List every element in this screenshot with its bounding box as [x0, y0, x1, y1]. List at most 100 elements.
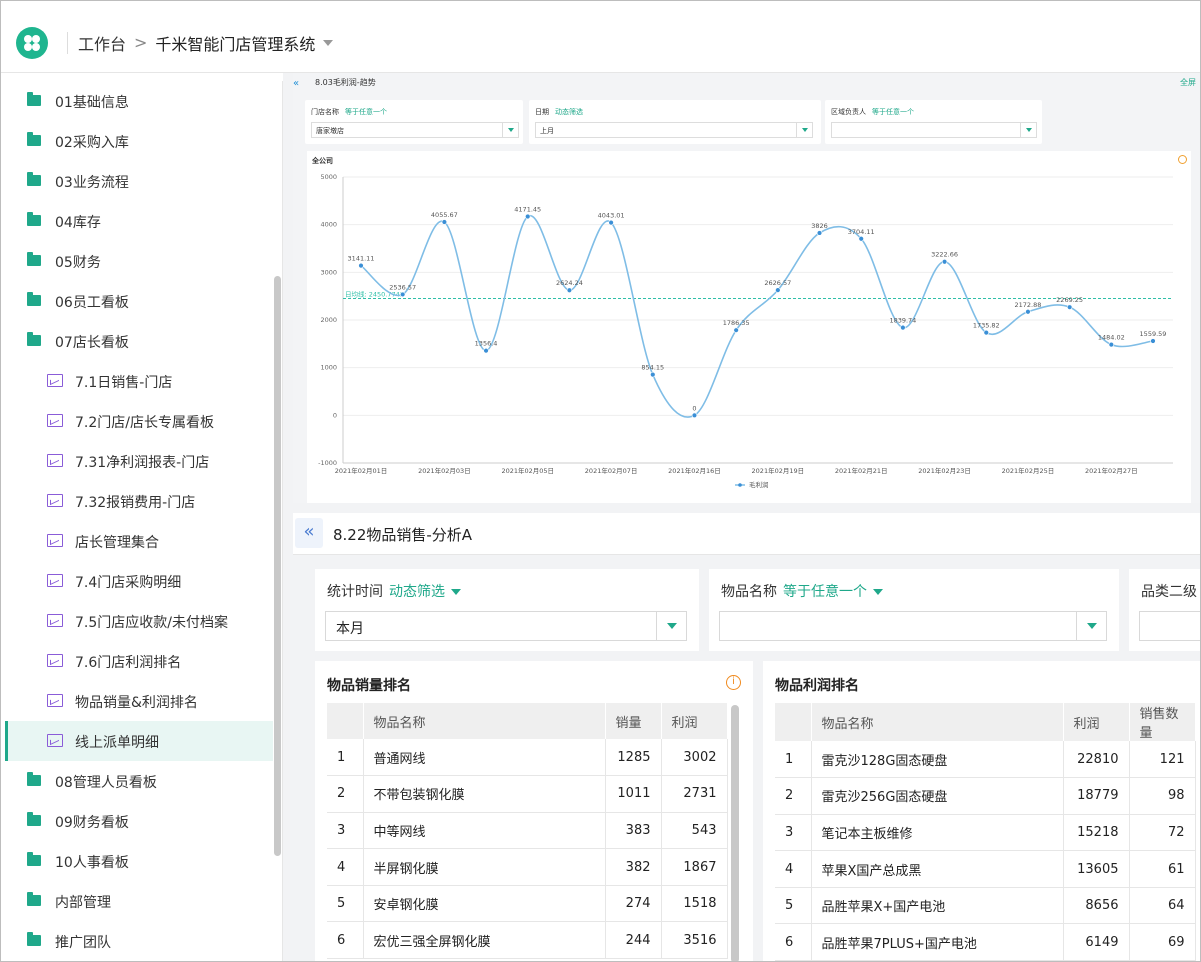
fullscreen-button[interactable]: 全屏 [1180, 77, 1196, 88]
sidebar-item[interactable]: 7.5门店应收款/未付档案 [5, 601, 273, 641]
table-cell: 3002 [661, 739, 728, 777]
store-select[interactable]: 唐家墩店 [311, 122, 519, 138]
sidebar-item-label: 02采购入库 [55, 135, 129, 151]
table-cell: 宏优三强全屏钢化膜 [363, 921, 606, 960]
folder-icon [27, 932, 41, 946]
sidebar-item[interactable]: 08管理人员看板 [5, 761, 273, 801]
table-cell: 苹果X国产总成黑 [811, 850, 1064, 888]
sidebar-item[interactable]: 10人事看板 [5, 841, 273, 881]
period-select[interactable]: 本月 [325, 611, 687, 641]
sidebar-item[interactable]: 02采购入库 [5, 121, 273, 161]
collapse-icon[interactable]: « [295, 518, 323, 548]
column-header[interactable]: 利润 [1063, 703, 1130, 741]
date-value: 上月 [540, 127, 554, 135]
sidebar-item[interactable]: 04库存 [5, 201, 273, 241]
column-header[interactable]: 销售数量 [1129, 703, 1196, 741]
column-header[interactable] [775, 703, 812, 741]
app-logo-icon[interactable] [16, 26, 48, 59]
table-row[interactable]: 4 苹果X国产总成黑 13605 61 [775, 850, 1196, 888]
sidebar-item-label: 7.6门店利润排名 [75, 655, 182, 671]
sidebar-item[interactable]: 店长管理集合 [5, 521, 273, 561]
sidebar-item[interactable]: 07店长看板 [5, 321, 273, 361]
table-cell: 6149 [1063, 923, 1130, 961]
sidebar-item[interactable]: 7.2门店/店长专属看板 [5, 401, 273, 441]
column-header[interactable]: 销量 [605, 703, 662, 739]
folder-icon [27, 852, 41, 866]
category-select[interactable] [1139, 611, 1200, 641]
sidebar-item[interactable]: 内部管理 [5, 881, 273, 921]
table-cell: 64 [1129, 887, 1196, 925]
y-tick-label: 4000 [320, 221, 337, 229]
profit-ranking-table: 物品利润排名 物品名称 利润 销售数量 1 雷克沙128G固态硬盘 22810 121 2 雷克… [763, 661, 1200, 961]
filter-mode[interactable]: 等于任意一个 [783, 584, 883, 600]
report-icon [47, 734, 63, 747]
table-row[interactable]: 4 半屏钢化膜 382 1867 [327, 848, 728, 886]
dropdown-icon[interactable] [1020, 123, 1036, 137]
sidebar-item[interactable]: 线上派单明细 [5, 721, 273, 761]
table-row[interactable]: 2 雷克沙256G固态硬盘 18779 98 [775, 777, 1196, 815]
table-row[interactable]: 5 安卓钢化膜 274 1518 [327, 885, 728, 923]
collapse-icon[interactable]: « [293, 78, 299, 89]
sidebar-item[interactable]: 7.32报销费用-门店 [5, 481, 273, 521]
table-row[interactable]: 6 品胜苹果7PLUS+国产电池 6149 69 [775, 923, 1196, 961]
breadcrumb-workspace[interactable]: 工作台 [78, 31, 126, 55]
folder-icon [27, 252, 41, 266]
table-row[interactable]: 1 普通网线 1285 3002 [327, 739, 728, 777]
table-cell: 1518 [661, 885, 728, 923]
trend-panel-title: 8.03毛利润-趋势 [315, 78, 376, 87]
column-header[interactable]: 利润 [661, 703, 728, 739]
sidebar-item[interactable]: 03业务流程 [5, 161, 273, 201]
filter-mode[interactable]: 等于任意一个 [345, 108, 387, 116]
chevron-down-icon[interactable] [323, 39, 334, 46]
dropdown-icon[interactable] [1076, 612, 1106, 640]
sidebar-item-label: 7.31净利润报表-门店 [75, 455, 210, 471]
sidebar-item[interactable]: 7.1日销售-门店 [5, 361, 273, 401]
dropdown-icon[interactable] [502, 123, 518, 137]
sidebar-item-label: 01基础信息 [55, 95, 129, 111]
info-icon[interactable]: i [726, 675, 741, 690]
sidebar-item[interactable]: 05财务 [5, 241, 273, 281]
column-header[interactable]: 物品名称 [811, 703, 1064, 741]
sidebar-scrollbar[interactable] [274, 276, 281, 856]
sidebar-item[interactable]: 推广团队 [5, 921, 273, 961]
dropdown-icon[interactable] [656, 612, 686, 640]
x-tick-label: 2021年02月01日 [335, 466, 388, 475]
table-row[interactable]: 6 宏优三强全屏钢化膜 244 3516 [327, 921, 728, 960]
filter-mode[interactable]: 动态筛选 [555, 108, 583, 116]
table-row[interactable]: 2 不带包装钢化膜 1011 2731 [327, 775, 728, 813]
column-header[interactable]: 物品名称 [363, 703, 606, 739]
filter-mode[interactable]: 等于任意一个 [872, 108, 914, 116]
date-select[interactable]: 上月 [535, 122, 813, 138]
sales-grid: 物品名称 销量 利润 1 普通网线 1285 3002 2 不带包装钢化膜 1011 2731 3 中等… [327, 703, 728, 960]
app-title[interactable]: 千米智能门店管理系统 [155, 31, 315, 55]
filter-mode[interactable]: 动态筛选 [389, 584, 461, 600]
table-row[interactable]: 3 笔记本主板维修 15218 72 [775, 814, 1196, 852]
sidebar-item-label: 7.5门店应收款/未付档案 [75, 615, 228, 631]
y-tick-label: 5000 [320, 173, 337, 181]
column-header[interactable] [327, 703, 364, 739]
sidebar-item[interactable]: 7.31净利润报表-门店 [5, 441, 273, 481]
data-label: 854.15 [641, 364, 664, 372]
table-cell: 382 [605, 848, 662, 886]
table-row[interactable]: 3 中等网线 383 543 [327, 812, 728, 850]
table-cell: 2 [327, 775, 364, 813]
table-row[interactable]: 1 雷克沙128G固态硬盘 22810 121 [775, 741, 1196, 779]
sidebar-item[interactable]: 物品销量&利润排名 [5, 681, 273, 721]
region-select[interactable] [831, 122, 1037, 138]
sidebar-item[interactable]: 09财务看板 [5, 801, 273, 841]
sidebar-item[interactable]: 06员工看板 [5, 281, 273, 321]
table-row[interactable]: 5 品胜苹果X+国产电池 8656 64 [775, 887, 1196, 925]
data-label: 2626.57 [764, 279, 791, 287]
sidebar-item[interactable]: 7.4门店采购明细 [5, 561, 273, 601]
sidebar-item[interactable]: 01基础信息 [5, 81, 273, 121]
trend-panel-header: « 8.03毛利润-趋势 全屏 [293, 73, 1200, 93]
sidebar-item[interactable]: 7.6门店利润排名 [5, 641, 273, 681]
sidebar-item-label: 7.32报销费用-门店 [75, 495, 196, 511]
table-cell: 72 [1129, 814, 1196, 852]
data-label: 1356.4 [475, 340, 498, 348]
item-name-select[interactable] [719, 611, 1107, 641]
table-scrollbar[interactable] [731, 705, 739, 961]
dropdown-icon[interactable] [796, 123, 812, 137]
folder-icon [27, 892, 41, 906]
table-cell: 中等网线 [363, 812, 606, 850]
